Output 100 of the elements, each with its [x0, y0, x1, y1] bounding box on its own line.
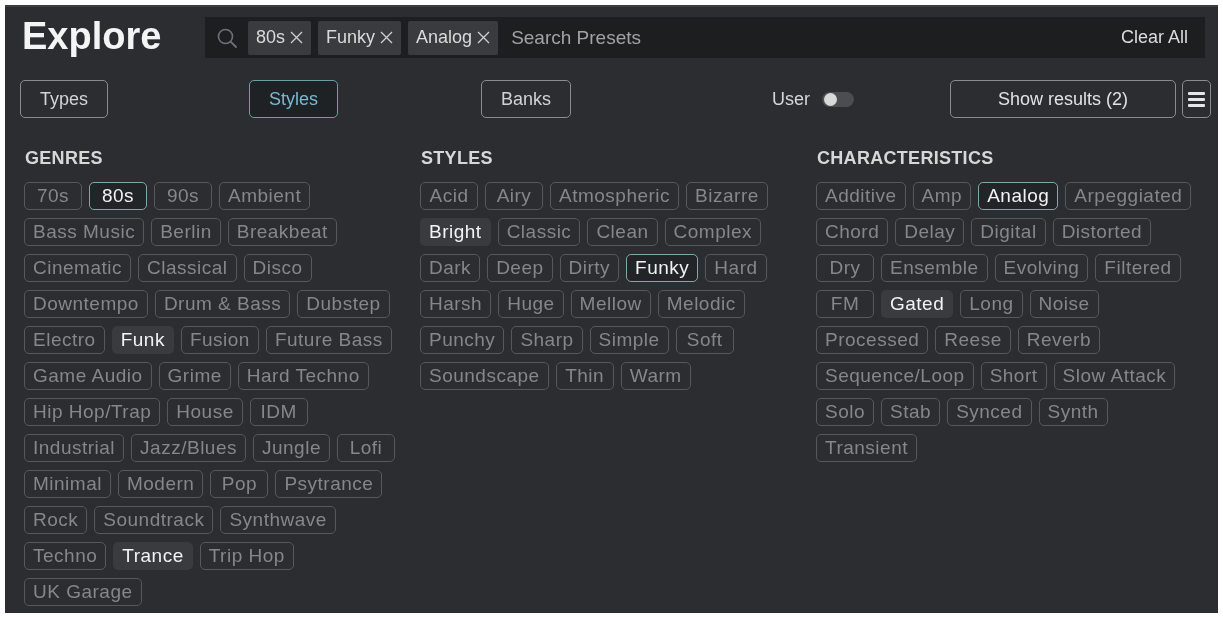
- tag-chip[interactable]: Drum & Bass: [154, 290, 291, 318]
- show-results-button[interactable]: Show results (2): [950, 80, 1176, 118]
- tag-chip[interactable]: Warm: [620, 362, 691, 390]
- tag-chip[interactable]: Bright: [420, 218, 491, 246]
- filter-chip[interactable]: Analog: [408, 20, 499, 55]
- tag-chip[interactable]: Classical: [138, 254, 237, 282]
- tag-chip[interactable]: Synced: [947, 398, 1032, 426]
- tag-chip[interactable]: Chord: [816, 218, 889, 246]
- tag-chip[interactable]: Huge: [498, 290, 564, 318]
- tag-chip[interactable]: 90s: [154, 182, 212, 210]
- tag-chip[interactable]: Dubstep: [297, 290, 390, 318]
- tag-chip[interactable]: Rock: [24, 506, 88, 534]
- tag-chip[interactable]: FM: [816, 290, 874, 318]
- tag-chip[interactable]: Downtempo: [24, 290, 148, 318]
- tag-chip[interactable]: Funky: [626, 254, 699, 282]
- search-field[interactable]: 80s Funky Analog Search Presets Clear All: [205, 17, 1205, 58]
- tag-chip[interactable]: Amp: [912, 182, 972, 210]
- filter-chip[interactable]: 80s: [248, 20, 312, 55]
- tag-chip[interactable]: Hard: [705, 254, 767, 282]
- tag-chip[interactable]: Classic: [497, 218, 581, 246]
- tag-chip[interactable]: Melodic: [657, 290, 745, 318]
- tag-chip[interactable]: Reese: [935, 326, 1011, 354]
- tag-chip[interactable]: Pop: [210, 470, 269, 498]
- tag-chip[interactable]: Atmospheric: [550, 182, 680, 210]
- tag-chip[interactable]: Sequence/Loop: [816, 362, 974, 390]
- tag-chip[interactable]: Sharp: [511, 326, 583, 354]
- tag-chip[interactable]: Deep: [487, 254, 553, 282]
- tag-chip[interactable]: Distorted: [1052, 218, 1152, 246]
- tag-chip[interactable]: IDM: [249, 398, 308, 426]
- tag-chip[interactable]: Thin: [555, 362, 614, 390]
- tag-chip[interactable]: Harsh: [420, 290, 492, 318]
- tag-chip[interactable]: Delay: [895, 218, 965, 246]
- tag-chip[interactable]: Bass Music: [24, 218, 145, 246]
- clear-all-button[interactable]: Clear All: [1120, 24, 1188, 51]
- tag-chip[interactable]: Minimal: [24, 470, 111, 498]
- tag-chip[interactable]: 70s: [24, 182, 82, 210]
- tag-chip[interactable]: Jungle: [253, 434, 330, 462]
- tag-chip[interactable]: Long: [960, 290, 1023, 318]
- tag-chip[interactable]: Disco: [243, 254, 312, 282]
- tag-chip[interactable]: Funk: [111, 326, 174, 354]
- tag-chip[interactable]: Synthwave: [220, 506, 336, 534]
- tag-chip[interactable]: UK Garage: [24, 578, 142, 606]
- tag-chip[interactable]: Dark: [420, 254, 481, 282]
- filter-chip[interactable]: Funky: [318, 20, 402, 55]
- tag-chip[interactable]: Breakbeat: [227, 218, 337, 246]
- tag-chip[interactable]: Trip Hop: [199, 542, 294, 570]
- tag-chip[interactable]: Arpeggiated: [1065, 182, 1192, 210]
- tag-chip[interactable]: Grime: [158, 362, 231, 390]
- category-tab[interactable]: Types: [20, 80, 109, 118]
- tag-chip[interactable]: Soft: [675, 326, 734, 354]
- category-tab[interactable]: Styles: [249, 80, 339, 118]
- tag-chip[interactable]: Slow Attack: [1053, 362, 1176, 390]
- tag-chip[interactable]: Complex: [664, 218, 761, 246]
- tag-chip[interactable]: Ensemble: [881, 254, 988, 282]
- tag-chip[interactable]: Clean: [587, 218, 658, 246]
- tag-chip[interactable]: Game Audio: [24, 362, 152, 390]
- tag-chip[interactable]: Jazz/Blues: [131, 434, 246, 462]
- tag-chip[interactable]: Dirty: [559, 254, 620, 282]
- tag-chip[interactable]: Processed: [816, 326, 929, 354]
- tag-chip[interactable]: Techno: [24, 542, 107, 570]
- tag-chip[interactable]: Transient: [816, 434, 917, 462]
- tag-chip[interactable]: Psytrance: [275, 470, 383, 498]
- category-tab[interactable]: Banks: [481, 80, 572, 118]
- tag-chip[interactable]: Hard Techno: [237, 362, 369, 390]
- tag-chip[interactable]: Gated: [881, 290, 954, 318]
- tag-chip[interactable]: Electro: [24, 326, 105, 354]
- tag-chip[interactable]: Trance: [113, 542, 193, 570]
- menu-button[interactable]: [1182, 80, 1211, 118]
- tag-chip[interactable]: Berlin: [151, 218, 221, 246]
- tag-chip[interactable]: Stab: [881, 398, 941, 426]
- tag-chip[interactable]: Cinematic: [24, 254, 131, 282]
- tag-chip[interactable]: Bizarre: [686, 182, 768, 210]
- tag-chip[interactable]: Mellow: [570, 290, 651, 318]
- tag-chip[interactable]: Airy: [485, 182, 543, 210]
- tag-chip[interactable]: Punchy: [420, 326, 505, 354]
- tag-chip[interactable]: Simple: [589, 326, 669, 354]
- tag-chip[interactable]: Synth: [1038, 398, 1108, 426]
- tag-chip[interactable]: Reverb: [1017, 326, 1100, 354]
- tag-chip[interactable]: Short: [980, 362, 1047, 390]
- tag-chip[interactable]: House: [167, 398, 243, 426]
- tag-chip[interactable]: 80s: [89, 182, 147, 210]
- tag-chip[interactable]: Dry: [816, 254, 874, 282]
- user-toggle[interactable]: [822, 91, 854, 107]
- tag-chip[interactable]: Evolving: [994, 254, 1089, 282]
- tag-chip[interactable]: Soundtrack: [94, 506, 214, 534]
- tag-chip[interactable]: Industrial: [24, 434, 125, 462]
- tag-chip[interactable]: Additive: [816, 182, 906, 210]
- tag-chip[interactable]: Ambient: [219, 182, 311, 210]
- tag-chip[interactable]: Noise: [1029, 290, 1099, 318]
- tag-chip[interactable]: Fusion: [180, 326, 259, 354]
- tag-chip[interactable]: Hip Hop/Trap: [24, 398, 161, 426]
- tag-chip[interactable]: Acid: [420, 182, 478, 210]
- tag-chip[interactable]: Digital: [971, 218, 1046, 246]
- tag-chip[interactable]: Filtered: [1095, 254, 1181, 282]
- tag-chip[interactable]: Modern: [117, 470, 204, 498]
- tag-chip[interactable]: Soundscape: [420, 362, 549, 390]
- tag-chip[interactable]: Analog: [978, 182, 1059, 210]
- tag-chip[interactable]: Lofi: [337, 434, 395, 462]
- tag-chip[interactable]: Future Bass: [265, 326, 392, 354]
- tag-chip[interactable]: Solo: [816, 398, 875, 426]
